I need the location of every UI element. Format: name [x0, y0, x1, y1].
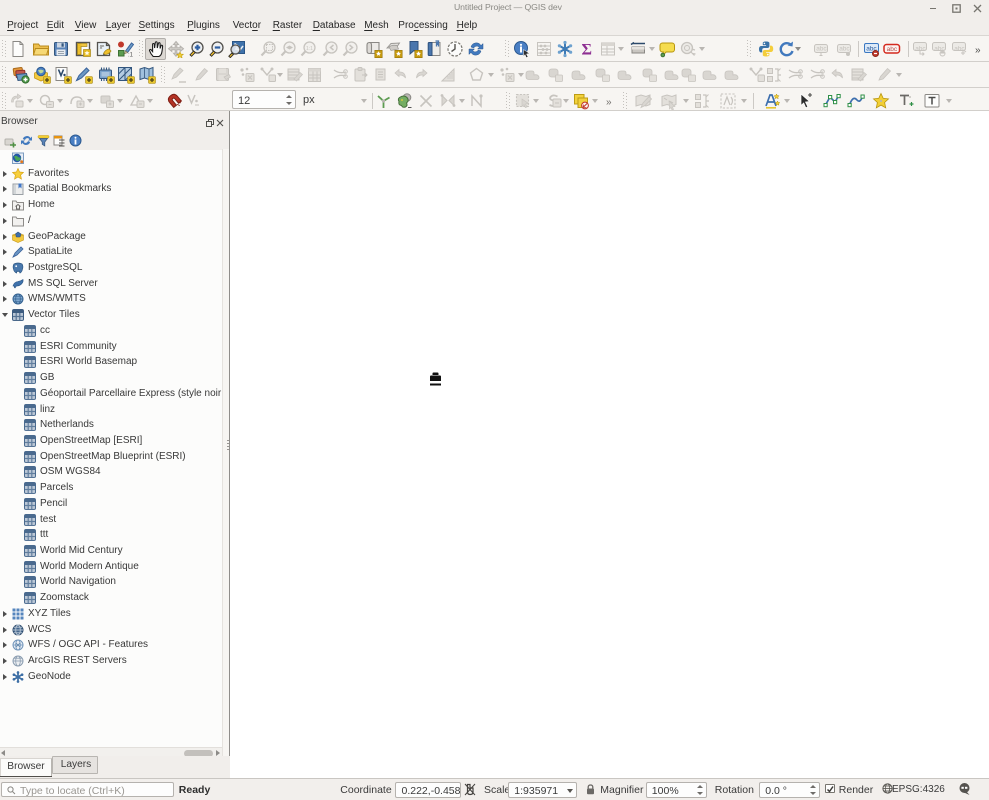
svg-text:»: » — [606, 97, 612, 108]
svg-text:abc: abc — [816, 46, 827, 53]
svg-text:abc: abc — [954, 46, 965, 53]
svg-text:abc: abc — [839, 46, 850, 53]
svg-text:1:1: 1:1 — [306, 46, 313, 52]
svg-text::1: :1 — [128, 53, 134, 59]
svg-text:Σ: Σ — [581, 42, 591, 59]
svg-text:abc: abc — [915, 46, 926, 53]
svg-text:»: » — [975, 45, 981, 56]
svg-text:abc: abc — [887, 46, 898, 53]
